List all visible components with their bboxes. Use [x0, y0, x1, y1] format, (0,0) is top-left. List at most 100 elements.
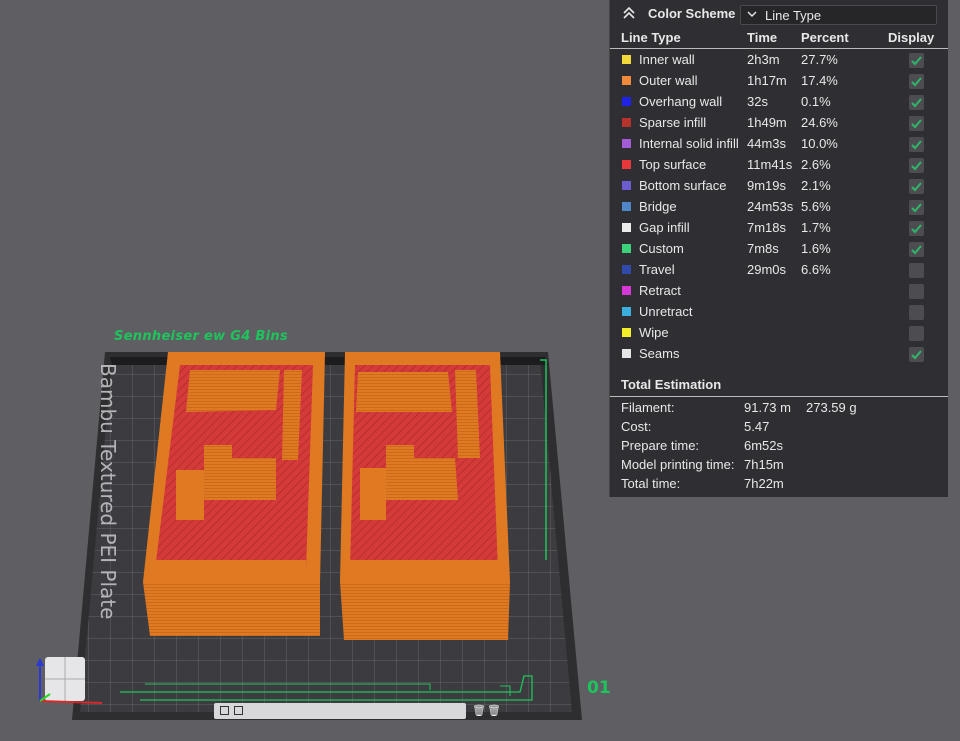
- line-type-name: Retract: [639, 283, 681, 298]
- display-checkbox[interactable]: [909, 200, 924, 215]
- color-swatch: [622, 97, 631, 106]
- color-swatch: [622, 118, 631, 127]
- display-checkbox[interactable]: [909, 74, 924, 89]
- line-type-name: Overhang wall: [639, 94, 723, 109]
- color-scheme-label: Color Scheme: [648, 6, 736, 21]
- total-divider: [610, 396, 948, 397]
- line-type-percent: 2.1%: [801, 178, 831, 193]
- chevron-down-icon: [747, 11, 757, 17]
- line-type-name: Bottom surface: [639, 178, 727, 193]
- plate-type-label: Bambu Textured PEI Plate: [96, 363, 120, 620]
- line-type-percent: 1.7%: [801, 220, 831, 235]
- color-swatch: [622, 307, 631, 316]
- total-estimation-title: Total Estimation: [621, 377, 722, 392]
- legend-row: Seams: [610, 344, 948, 365]
- display-checkbox[interactable]: [909, 95, 924, 110]
- legend-row: Inner wall 2h3m 27.7%: [610, 50, 948, 71]
- display-checkbox[interactable]: [909, 263, 924, 278]
- display-checkbox[interactable]: [909, 305, 924, 320]
- checkmark-icon: [911, 350, 922, 360]
- color-swatch: [622, 139, 631, 148]
- estimation-label: Model printing time:: [621, 457, 735, 472]
- grid-icon[interactable]: [220, 706, 229, 715]
- delete-icon[interactable]: 🗑: [472, 705, 487, 717]
- legend-row: Unretract: [610, 302, 948, 323]
- checkmark-icon: [911, 161, 922, 171]
- color-swatch: [622, 181, 631, 190]
- line-type-name: Sparse infill: [639, 115, 707, 130]
- estimation-value: 6m52s: [744, 438, 784, 453]
- display-checkbox[interactable]: [909, 284, 924, 299]
- line-type-percent: 27.7%: [801, 52, 838, 67]
- line-type-percent: 1.6%: [801, 241, 831, 256]
- line-type-time: 29m0s: [747, 262, 787, 277]
- col-header-line-type: Line Type: [621, 30, 681, 45]
- display-checkbox[interactable]: [909, 116, 924, 131]
- display-checkbox[interactable]: [909, 179, 924, 194]
- color-swatch: [622, 244, 631, 253]
- line-type-name: Internal solid infill: [639, 136, 739, 151]
- display-checkbox[interactable]: [909, 53, 924, 68]
- estimation-value: 7h22m: [744, 476, 784, 491]
- color-scheme-select[interactable]: Line Type: [740, 5, 937, 25]
- header-divider: [610, 48, 948, 49]
- checkmark-icon: [911, 245, 922, 255]
- line-type-time: 7m18s: [747, 220, 787, 235]
- checkmark-icon: [911, 119, 922, 129]
- line-type-name: Custom: [639, 241, 684, 256]
- line-type-percent: 17.4%: [801, 73, 838, 88]
- display-checkbox[interactable]: [909, 326, 924, 341]
- line-type-name: Seams: [639, 346, 680, 361]
- delete-all-icon[interactable]: 🗑: [487, 705, 502, 717]
- color-swatch: [622, 160, 631, 169]
- color-scheme-row: Color Scheme Line Type: [610, 0, 948, 30]
- legend-row: Custom 7m8s 1.6%: [610, 239, 948, 260]
- line-type-name: Outer wall: [639, 73, 698, 88]
- line-type-percent: 0.1%: [801, 94, 831, 109]
- line-type-name: Travel: [639, 262, 675, 277]
- legend-row: Bottom surface 9m19s 2.1%: [610, 176, 948, 197]
- line-type-name: Inner wall: [639, 52, 695, 67]
- line-type-time: 2h3m: [747, 52, 780, 67]
- display-checkbox[interactable]: [909, 242, 924, 257]
- line-type-name: Unretract: [639, 304, 693, 319]
- line-type-percent: 10.0%: [801, 136, 838, 151]
- color-swatch: [622, 202, 631, 211]
- line-type-percent: 5.6%: [801, 199, 831, 214]
- estimation-label: Prepare time:: [621, 438, 700, 453]
- estimation-label: Filament:: [621, 400, 675, 415]
- line-type-name: Top surface: [639, 157, 707, 172]
- estimation-label: Total time:: [621, 476, 681, 491]
- model-bin-left[interactable]: [143, 352, 325, 636]
- display-checkbox[interactable]: [909, 137, 924, 152]
- display-checkbox[interactable]: [909, 158, 924, 173]
- plate-toolbar: [214, 703, 466, 719]
- line-type-time: 11m41s: [747, 157, 793, 172]
- color-swatch: [622, 286, 631, 295]
- line-type-percent: 2.6%: [801, 157, 831, 172]
- plate-name[interactable]: Sennheiser ew G4 Bins: [114, 329, 288, 344]
- line-type-name: Gap infill: [639, 220, 690, 235]
- col-header-display: Display: [888, 30, 935, 45]
- estimation-row: Filament: 91.73 m 273.59 g: [610, 400, 948, 419]
- checkmark-icon: [911, 56, 922, 66]
- plate-number[interactable]: 01: [587, 678, 611, 698]
- display-checkbox[interactable]: [909, 347, 924, 362]
- model-bin-right[interactable]: [340, 352, 510, 640]
- display-checkbox[interactable]: [909, 221, 924, 236]
- collapse-icon[interactable]: [622, 6, 636, 20]
- legend-row: Gap infill 7m18s 1.7%: [610, 218, 948, 239]
- line-type-time: 44m3s: [747, 136, 787, 151]
- col-header-time: Time: [747, 30, 778, 45]
- legend-row: Wipe: [610, 323, 948, 344]
- color-swatch: [622, 265, 631, 274]
- line-type-percent: 24.6%: [801, 115, 838, 130]
- line-type-time: 24m53s: [747, 199, 794, 214]
- legend-row: Travel 29m0s 6.6%: [610, 260, 948, 281]
- checkmark-icon: [911, 98, 922, 108]
- checkmark-icon: [911, 140, 922, 150]
- estimation-value: 7h15m: [744, 457, 784, 472]
- plate-tool-icons: 🗑🗑: [472, 704, 502, 717]
- arrange-icon[interactable]: [234, 706, 243, 715]
- legend-row: Sparse infill 1h49m 24.6%: [610, 113, 948, 134]
